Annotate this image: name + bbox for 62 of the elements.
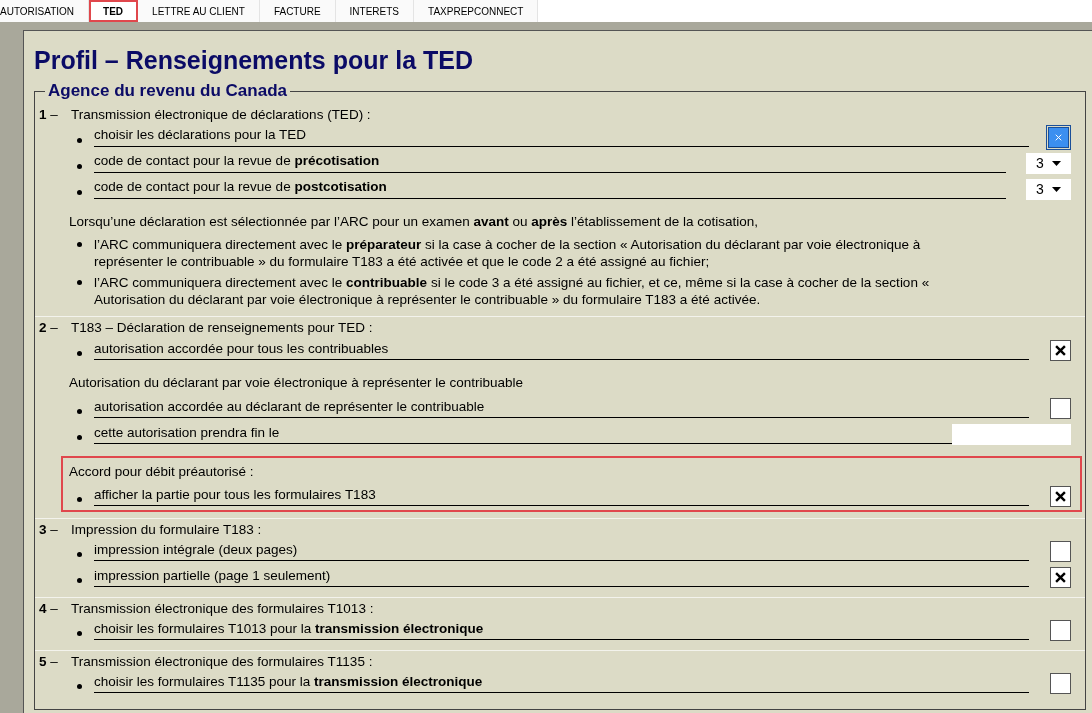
note-text: l’ARC communiquera directement avec le préparateur si la case à cocher de la section « Autorisation du déclarant par voie électronique à représenter le contribuable » du formulaire T183 a été activée et que le code 2 a été assigné au fichier; (94, 236, 922, 271)
x-mark-icon (1055, 344, 1066, 356)
date-field[interactable] (952, 423, 1071, 445)
option-label: choisir les formulaires T1013 pour la transmission électronique (94, 620, 484, 638)
checkbox[interactable] (1050, 398, 1071, 419)
bullet-icon (77, 189, 82, 195)
option-label: choisir les déclarations pour la TED (94, 126, 307, 145)
section-heading: Impression du formulaire T183 : (71, 520, 262, 539)
x-mark-icon (1055, 491, 1066, 503)
section-heading: Transmission électronique des formulaires T1013 : (71, 599, 374, 618)
bullet-icon (77, 435, 82, 440)
section-number: 1 – (38, 105, 59, 124)
caret-icon (1052, 186, 1061, 192)
block-heading: Lorsqu’une déclaration est sélectionnée par l’ARC pour un examen avant ou après l’établissement de la cotisation, (69, 214, 758, 229)
bullet-icon (77, 137, 82, 143)
option-label: code de contact pour la revue de précotisation (94, 152, 380, 171)
caret-icon (1052, 160, 1061, 166)
tab[interactable]: AUTORISATION (0, 0, 90, 22)
section-number: 2 – (38, 319, 59, 338)
bullet-icon (77, 684, 82, 690)
section-number: 3 – (38, 520, 59, 539)
tab[interactable]: LETTRE AU CLIENT (138, 0, 260, 22)
bullet-icon (77, 497, 82, 503)
section-heading: T183 – Déclaration de renseignements pour TED : (71, 319, 373, 338)
bullet-icon (77, 280, 82, 286)
option-label: choisir les formulaires T1135 pour la transmission électronique (94, 673, 483, 691)
bullet-icon (77, 163, 82, 169)
checkbox[interactable] (1050, 673, 1071, 695)
option-label: impression intégrale (deux pages) (94, 541, 298, 559)
x-mark-icon (1055, 133, 1062, 141)
checkbox[interactable] (1050, 486, 1071, 508)
bullet-icon (77, 578, 82, 584)
checkbox[interactable] (1050, 541, 1071, 563)
bullet-icon (77, 242, 82, 248)
option-label: autorisation accordée pour tous les contribuables (94, 339, 389, 358)
tab[interactable]: FACTURE (259, 0, 336, 22)
bullet-icon (77, 350, 82, 356)
bullet-icon (77, 631, 82, 637)
checkbox[interactable] (1050, 620, 1071, 642)
bullet-icon (77, 409, 82, 414)
option-label: impression partielle (page 1 seulement) (94, 567, 331, 585)
note-text: l’ARC communiquera directement avec le contribuable si le code 3 a été assigné au fichier, et ce, même si la case à cocher de la section « Autorisation du déclarant par voie électronique à représenter le contribuable » du formulaire T183 a été activée. (94, 274, 931, 309)
x-mark-icon (1055, 572, 1066, 584)
tab[interactable]: TAXPREPCONNECT (414, 0, 539, 22)
block-heading: Autorisation du déclarant par voie électronique à représenter le contribuable (69, 375, 524, 391)
block-heading: Accord pour débit préautorisé : (69, 463, 254, 479)
page-title: Profil – Renseignements pour la TED (34, 45, 474, 75)
section-heading: Transmission électronique des formulaires T1135 : (71, 652, 373, 671)
option-label: autorisation accordée au déclarant de représenter le contribuable (94, 397, 485, 416)
dropdown[interactable]: 3 (1026, 152, 1071, 174)
bullet-icon (77, 552, 82, 558)
checkbox[interactable] (1050, 567, 1071, 589)
section-number: 4 – (38, 599, 59, 618)
tab[interactable]: TED (89, 0, 139, 22)
checkbox[interactable] (1050, 339, 1071, 361)
tab[interactable]: INTERETS (335, 0, 415, 22)
section-heading: Transmission électronique de déclarations (TED) : (71, 105, 371, 124)
option-label: code de contact pour la revue de postcotisation (94, 178, 387, 197)
option-label: cette autorisation prendra fin le (94, 423, 280, 442)
option-label: afficher la partie pour tous les formulaires T183 (94, 486, 376, 504)
dropdown[interactable]: 3 (1026, 178, 1071, 200)
section-number: 5 – (38, 652, 59, 671)
